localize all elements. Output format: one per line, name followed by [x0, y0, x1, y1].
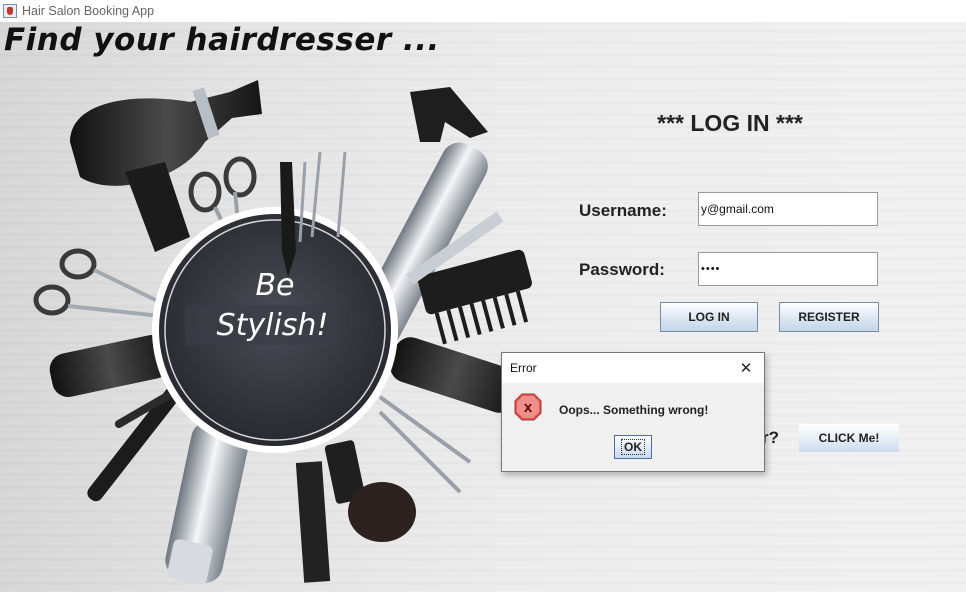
- password-field[interactable]: ••••: [698, 252, 878, 286]
- login-heading: *** LOG IN ***: [657, 110, 803, 136]
- java-app-icon: [3, 4, 17, 18]
- page-headline: Find your hairdresser ...: [4, 22, 440, 58]
- error-dialog: Error ✕ x Oops... Something wrong! OK: [501, 352, 765, 472]
- error-icon-glyph: x: [523, 398, 533, 416]
- tail-comb-icon: [295, 461, 331, 583]
- thinning-scissors-icon: [33, 248, 171, 319]
- register-button[interactable]: REGISTER: [779, 302, 879, 332]
- ok-button[interactable]: OK: [614, 435, 652, 459]
- error-message: Oops... Something wrong!: [559, 403, 709, 417]
- close-icon[interactable]: ✕: [736, 358, 756, 378]
- password-label: Password:: [579, 260, 665, 279]
- badge-text-line1: Be: [255, 268, 295, 303]
- makeup-brush-icon: [324, 440, 416, 542]
- straight-scissors-icon: [378, 395, 472, 494]
- dialog-title: Error: [510, 361, 537, 375]
- click-me-button[interactable]: CLICK Me!: [799, 424, 899, 452]
- badge-text-line2: Stylish!: [216, 308, 329, 343]
- username-field[interactable]: y@gmail.com: [698, 192, 878, 226]
- login-button[interactable]: LOG IN: [660, 302, 758, 332]
- dialog-titlebar[interactable]: Error ✕: [502, 353, 764, 383]
- ok-button-label: OK: [621, 439, 645, 455]
- window-title: Hair Salon Booking App: [22, 4, 155, 18]
- window-titlebar[interactable]: Hair Salon Booking App: [0, 0, 966, 22]
- username-label: Username:: [579, 201, 667, 220]
